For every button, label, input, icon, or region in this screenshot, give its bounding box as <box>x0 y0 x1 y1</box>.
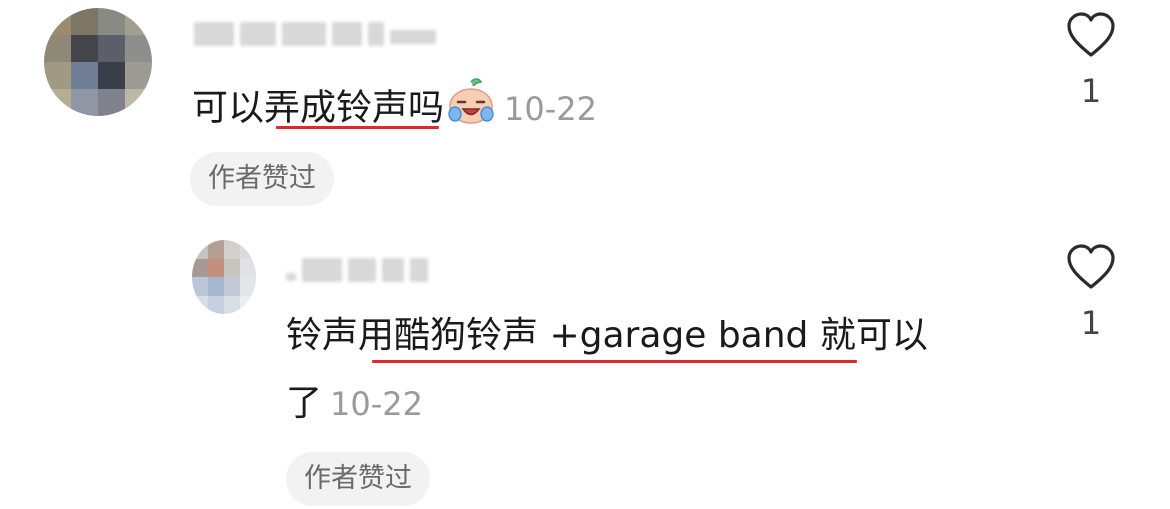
heart-icon[interactable] <box>1066 244 1116 290</box>
avatar-pixel <box>192 277 208 296</box>
comment-body: 可以弄成铃声吗 <box>192 87 445 129</box>
avatar-pixel <box>98 62 125 89</box>
like-button[interactable]: 1 <box>1066 12 1116 110</box>
avatar-pixel <box>44 89 71 116</box>
keyword-underline <box>372 360 857 363</box>
keyword-underline <box>276 126 439 129</box>
avatar-pixel <box>71 89 98 116</box>
avatar[interactable] <box>192 240 256 314</box>
avatar-pixel <box>224 258 240 277</box>
reply-time: 10-22 <box>330 385 423 423</box>
avatar-pixel <box>71 8 98 35</box>
avatar-pixel <box>240 295 256 314</box>
comment-time: 10-22 <box>504 89 597 128</box>
avatar-pixel <box>98 8 125 35</box>
avatar-pixel <box>192 295 208 314</box>
username-blurred[interactable] <box>286 258 428 282</box>
avatar-pixel <box>71 35 98 62</box>
avatar-pixel <box>240 240 256 259</box>
avatar-pixel <box>125 8 152 35</box>
author-liked-badge: 作者赞过 <box>190 152 334 206</box>
avatar-pixel <box>240 277 256 296</box>
author-liked-badge: 作者赞过 <box>286 452 430 506</box>
avatar-pixel <box>125 89 152 116</box>
like-count: 1 <box>1080 304 1102 342</box>
avatar-pixel <box>208 240 224 259</box>
avatar-pixel <box>192 240 208 259</box>
avatar-pixel <box>208 295 224 314</box>
avatar[interactable] <box>44 8 152 116</box>
username-blurred[interactable] <box>194 22 436 46</box>
avatar-pixel <box>192 258 208 277</box>
heart-icon[interactable] <box>1066 12 1116 58</box>
reply-body: 铃声用酷狗铃声 +garage band 就可以 <box>286 315 928 356</box>
avatar-pixel <box>208 258 224 277</box>
avatar-pixel <box>44 62 71 89</box>
avatar-pixel <box>71 62 98 89</box>
reply-body-line2: 了 <box>286 383 323 424</box>
avatar-pixel <box>44 35 71 62</box>
avatar-pixel <box>44 8 71 35</box>
avatar-pixel <box>98 89 125 116</box>
avatar-pixel <box>208 277 224 296</box>
comment-text: 可以弄成铃声吗 10-22 <box>192 78 597 141</box>
reply-text-line2: 了 10-22 <box>286 378 423 430</box>
avatar-pixel <box>125 62 152 89</box>
reply-text: 铃声用酷狗铃声 +garage band 就可以 <box>286 310 928 362</box>
avatar-pixel <box>240 258 256 277</box>
like-button[interactable]: 1 <box>1066 244 1116 342</box>
crying-face-icon <box>446 78 496 141</box>
avatar-pixel <box>224 277 240 296</box>
avatar-pixel <box>125 35 152 62</box>
avatar-pixel <box>224 295 240 314</box>
avatar-pixel <box>224 240 240 259</box>
avatar-pixel <box>98 35 125 62</box>
like-count: 1 <box>1080 72 1102 110</box>
